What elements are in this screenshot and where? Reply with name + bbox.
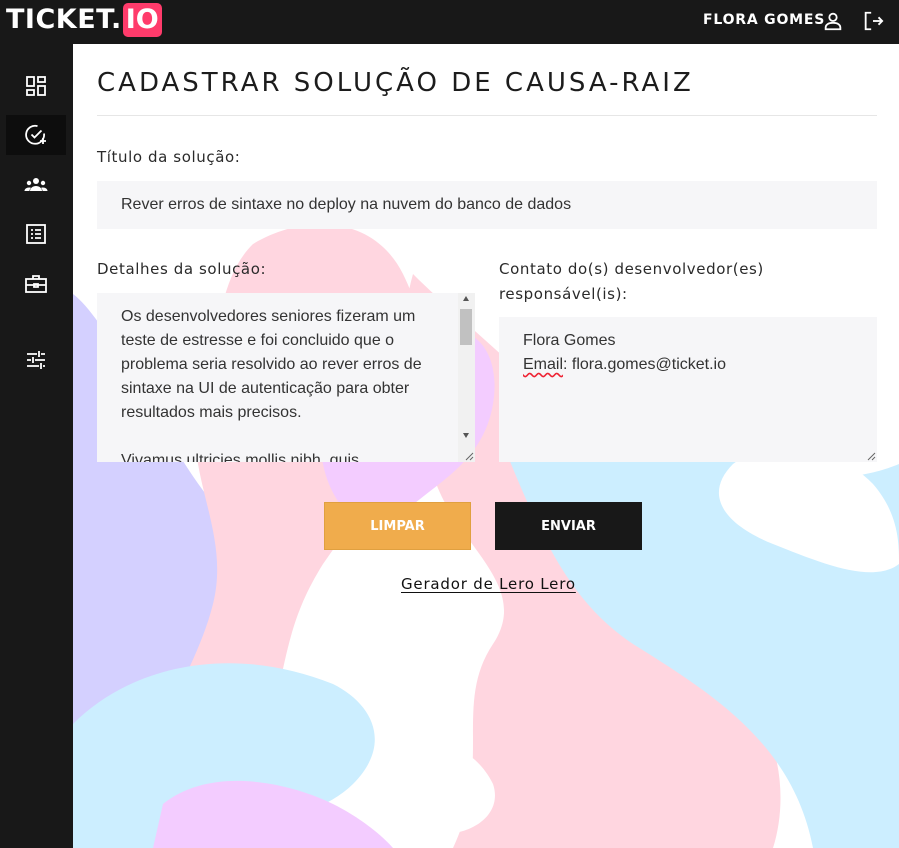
resize-handle-icon[interactable]: [866, 451, 876, 461]
sidebar-item-team[interactable]: [6, 165, 66, 205]
briefcase-icon: [25, 275, 47, 293]
ticket-io-logo[interactable]: TICKET. IO: [6, 3, 162, 37]
check-plus-icon: [25, 124, 46, 145]
sidebar: [0, 44, 73, 848]
resize-handle-icon[interactable]: [464, 451, 474, 461]
sidebar-item-briefcase[interactable]: [6, 264, 66, 304]
settings-sliders-icon: [27, 351, 45, 369]
main-content: CADASTRAR SOLUÇÃO DE CAUSA-RAIZ Título d…: [73, 44, 899, 848]
clear-button[interactable]: LIMPAR: [324, 502, 471, 550]
contact-name: Flora Gomes: [523, 332, 616, 349]
top-bar: TICKET. IO FLORA GOMES: [0, 0, 899, 44]
details-scrollbar[interactable]: [458, 293, 475, 462]
contact-email-value: : flora.gomes@ticket.io: [563, 356, 726, 373]
sidebar-item-register-solution[interactable]: [6, 115, 66, 155]
sidebar-item-dashboard[interactable]: [6, 66, 66, 106]
contact-label-line2: responsável(is):: [499, 285, 628, 303]
scroll-down-arrow-icon[interactable]: [463, 433, 469, 438]
team-icon: [24, 178, 48, 191]
contact-label-line1: Contato do(s) desenvolvedor(es): [499, 260, 764, 278]
solution-details-label: Detalhes da solução:: [97, 260, 267, 278]
lero-lero-generator-link[interactable]: Gerador de Lero Lero: [401, 575, 576, 593]
logout-icon[interactable]: [861, 10, 885, 32]
list-icon: [26, 224, 46, 244]
sidebar-item-settings[interactable]: [6, 340, 66, 380]
page-title: CADASTRAR SOLUÇÃO DE CAUSA-RAIZ: [97, 68, 694, 98]
submit-button[interactable]: ENVIAR: [495, 502, 642, 550]
contact-email-line: Email: flora.gomes@ticket.io: [523, 353, 853, 377]
contact-label: Contato do(s) desenvolvedor(es) responsá…: [499, 257, 764, 307]
solution-title-input[interactable]: [97, 181, 877, 229]
contact-email-label: Email: [523, 356, 564, 373]
sidebar-item-list[interactable]: [6, 214, 66, 254]
solution-title-label: Título da solução:: [97, 148, 241, 166]
scroll-thumb[interactable]: [460, 309, 472, 345]
solution-details-textarea[interactable]: Os desenvolvedores seniores fizeram um t…: [97, 293, 475, 462]
developer-contact-textarea[interactable]: Flora Gomes Email: flora.gomes@ticket.io: [499, 317, 877, 462]
dashboard-icon: [26, 76, 46, 96]
scroll-up-arrow-icon[interactable]: [463, 296, 469, 301]
title-divider: [97, 115, 877, 116]
user-icon[interactable]: [822, 10, 844, 32]
logo-accent: IO: [122, 3, 162, 37]
logo-text: TICKET.: [6, 4, 122, 35]
user-name[interactable]: FLORA GOMES: [703, 12, 825, 28]
